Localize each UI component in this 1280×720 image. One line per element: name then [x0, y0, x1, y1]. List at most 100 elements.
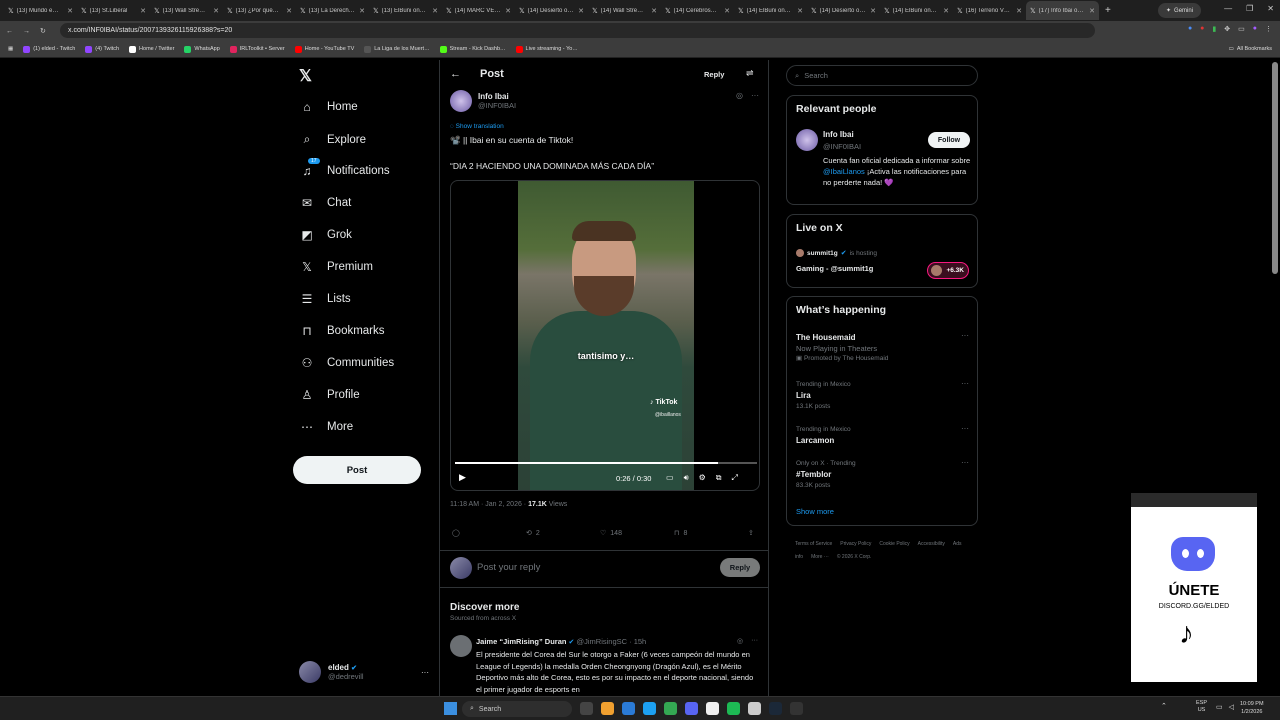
- discord-icon[interactable]: [685, 702, 698, 715]
- close-icon[interactable]: ✕: [870, 7, 876, 15]
- extension-icon[interactable]: ●: [1200, 25, 1204, 33]
- video-player[interactable]: tantisimo y… ♪ TikTok @ibaillanos ▶ 0:26…: [450, 180, 760, 491]
- footer-link[interactable]: More ···: [811, 554, 829, 560]
- forward-arrow-icon[interactable]: →: [23, 28, 30, 35]
- clock[interactable]: 10:09 PM 1/2/2026: [1240, 700, 1264, 716]
- show-translation-link[interactable]: ◌ Show translation: [450, 123, 504, 130]
- close-icon[interactable]: ✕: [1089, 7, 1095, 15]
- bio-mention-link[interactable]: @IbaiLlanos: [823, 167, 865, 176]
- post-author[interactable]: Info Ibai @INF0IBAI: [450, 90, 516, 112]
- new-tab-button[interactable]: +: [1099, 5, 1117, 16]
- live-stream-title[interactable]: Gaming - @summit1g: [796, 264, 873, 273]
- avatar[interactable]: [796, 129, 818, 151]
- avatar[interactable]: [450, 90, 472, 112]
- play-icon[interactable]: ▶: [459, 472, 466, 483]
- close-icon[interactable]: ✕: [797, 7, 803, 15]
- bookmark-item[interactable]: (4) Twitch: [85, 45, 119, 53]
- browser-tab[interactable]: 𝕏 (14) MARC VE… ✕: [442, 1, 515, 20]
- volume-icon[interactable]: ◁: [1229, 703, 1234, 711]
- volume-icon[interactable]: 🔊︎: [684, 473, 689, 483]
- footer-link[interactable]: © 2026 X Corp.: [837, 554, 872, 560]
- scrollbar[interactable]: [1272, 62, 1278, 274]
- back-icon[interactable]: ←: [450, 68, 461, 80]
- bookmark-item[interactable]: WhatsApp: [184, 45, 220, 53]
- maximize-icon[interactable]: ❐: [1246, 4, 1253, 13]
- browser-tab[interactable]: 𝕏 (14) ElBuni on… ✕: [880, 1, 953, 20]
- footer-link[interactable]: Privacy Policy: [840, 541, 871, 547]
- author-name[interactable]: Info Ibai: [478, 92, 516, 101]
- browser-tab[interactable]: 𝕏 (14) Wall Stre… ✕: [588, 1, 661, 20]
- more-dots-icon[interactable]: ···: [751, 91, 759, 100]
- url-field[interactable]: x.com/INF0IBAI/status/200713932611592638…: [60, 23, 1095, 38]
- footer-link[interactable]: Accessibility: [918, 541, 945, 547]
- browser-tab[interactable]: 𝕏 (14) Desierto o… ✕: [515, 1, 588, 20]
- trend-item[interactable]: Trending in Mexico Lira 13.1K posts ···: [796, 379, 971, 412]
- more-dots-icon[interactable]: ···: [961, 331, 969, 340]
- relevant-name[interactable]: Info Ibai: [823, 130, 854, 139]
- browser-tab[interactable]: 𝕏 (13) Mundo e… ✕: [4, 1, 77, 20]
- show-more-link[interactable]: Show more: [796, 507, 834, 516]
- browser-tab[interactable]: 𝕏 (17) Info Ibai o… ✕: [1026, 1, 1099, 20]
- more-dots-icon[interactable]: ···: [961, 424, 969, 433]
- like-action[interactable]: ♡ 148: [600, 529, 622, 538]
- bookmark-item[interactable]: Live streaming - Yo…: [515, 45, 578, 53]
- nav-item-lists[interactable]: ☰ Lists: [299, 292, 351, 306]
- author-handle[interactable]: @INF0IBAI: [478, 101, 516, 110]
- nav-item-explore[interactable]: ⌕ Explore: [299, 132, 366, 147]
- language-indicator[interactable]: ESP US: [1196, 700, 1207, 714]
- more-dots-icon[interactable]: ···: [751, 637, 758, 645]
- reply-submit-button[interactable]: Reply: [720, 558, 760, 577]
- taskbar-search[interactable]: ⌕ Search: [462, 701, 572, 717]
- close-icon[interactable]: ✕: [505, 7, 511, 15]
- account-switcher[interactable]: elded ✔ @dedrevill ···: [299, 660, 429, 684]
- bookmark-item[interactable]: La Liga de los Muert…: [364, 45, 430, 53]
- browser-tab[interactable]: 𝕏 (14) ElBuni on… ✕: [734, 1, 807, 20]
- close-icon[interactable]: ✕: [67, 7, 73, 15]
- gemini-button[interactable]: ✦ Gemini: [1158, 3, 1202, 18]
- grok-icon[interactable]: ◎: [736, 91, 743, 100]
- browser-tab[interactable]: 𝕏 (13) ¿Por qué… ✕: [223, 1, 296, 20]
- extension-icon[interactable]: ●: [1188, 25, 1192, 33]
- footer-link[interactable]: Cookie Policy: [879, 541, 909, 547]
- close-icon[interactable]: ✕: [432, 7, 438, 15]
- discover-author-handle[interactable]: @JimRisingSC · 15h: [577, 637, 647, 646]
- search-input[interactable]: ⌕ Search: [786, 65, 978, 86]
- bookmark-action[interactable]: ⊓ 8: [674, 529, 687, 538]
- reply-input[interactable]: Post your reply: [477, 562, 540, 573]
- edge-icon[interactable]: [643, 702, 656, 715]
- obs-icon[interactable]: [748, 702, 761, 715]
- nav-item-more[interactable]: ⋯ More: [299, 420, 353, 434]
- close-icon[interactable]: ✕: [286, 7, 292, 15]
- post-timestamp[interactable]: 11:18 AM · Jan 2, 2026 ·: [450, 501, 528, 508]
- terminal-icon[interactable]: [790, 702, 803, 715]
- close-icon[interactable]: ✕: [943, 7, 949, 15]
- bookmark-item[interactable]: Stream - Kick Dashb…: [439, 45, 506, 53]
- windows-start-icon[interactable]: [444, 702, 457, 715]
- browser-tab[interactable]: 𝕏 (13) Wall Stre… ✕: [150, 1, 223, 20]
- steam-icon[interactable]: [769, 702, 782, 715]
- nav-item-premium[interactable]: 𝕏 Premium: [299, 260, 373, 274]
- live-host[interactable]: summit1g ✔ is hosting: [796, 249, 877, 257]
- sliders-icon[interactable]: ⇌: [746, 68, 754, 79]
- repost-action[interactable]: ⟲ 2: [526, 529, 540, 538]
- close-icon[interactable]: ✕: [140, 7, 146, 15]
- grok-icon[interactable]: ◎: [737, 637, 743, 645]
- fullscreen-icon[interactable]: ⤢: [732, 473, 738, 483]
- more-dots-icon[interactable]: ···: [961, 458, 969, 467]
- close-icon[interactable]: ✕: [359, 7, 365, 15]
- browser-tab[interactable]: 𝕏 (14) Desierto o… ✕: [807, 1, 880, 20]
- nav-item-chat[interactable]: ✉ Chat: [299, 196, 351, 210]
- avatar[interactable]: [450, 635, 472, 657]
- footer-link[interactable]: Terms of Service: [795, 541, 832, 547]
- close-icon[interactable]: ✕: [724, 7, 730, 15]
- trend-item[interactable]: The Housemaid Now Playing in Theaters ▣ …: [796, 331, 971, 364]
- apps-icon[interactable]: ▦: [8, 46, 13, 52]
- menu-icon[interactable]: ⋮: [1265, 25, 1272, 33]
- browser-tab[interactable]: 𝕏 (14) Cerebros… ✕: [661, 1, 734, 20]
- extension-icon[interactable]: ▮: [1212, 25, 1216, 33]
- bookmark-item[interactable]: IRLToolkit • Server: [229, 45, 285, 53]
- discover-author-name[interactable]: Jaime “JimRising” Duran: [476, 637, 566, 646]
- more-dots-icon[interactable]: ···: [961, 379, 969, 388]
- close-icon[interactable]: ✕: [651, 7, 657, 15]
- captions-icon[interactable]: ▭: [666, 473, 674, 483]
